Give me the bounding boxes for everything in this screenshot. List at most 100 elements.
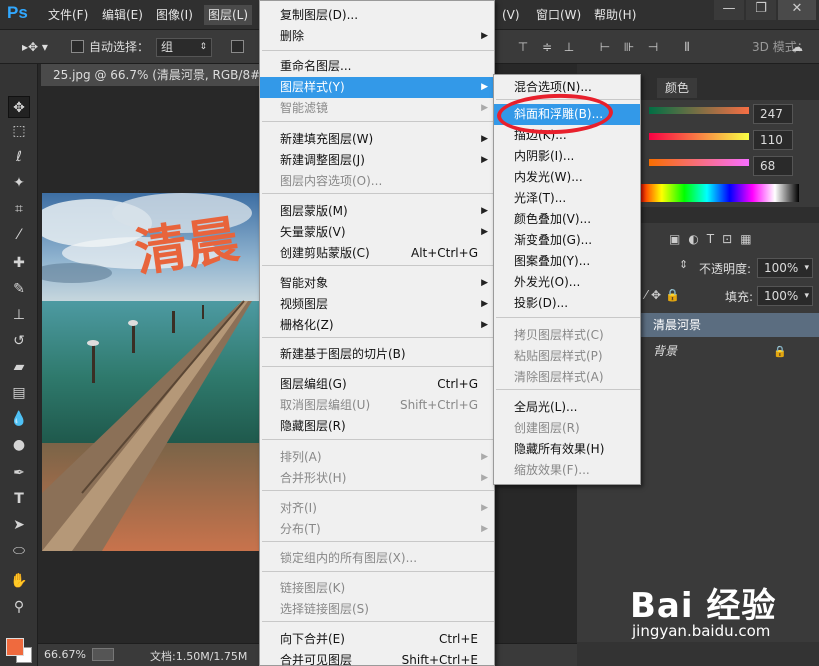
healing-brush-icon[interactable]: ✚: [8, 252, 30, 274]
dodge-tool-icon[interactable]: ●: [8, 434, 30, 456]
layer-style-menu-item[interactable]: 混合选项(N)...: [494, 77, 640, 98]
menu-separator: [262, 541, 494, 542]
layer-menu-item[interactable]: 重命名图层...: [260, 56, 494, 77]
path-select-icon[interactable]: ➤: [8, 514, 30, 536]
layer-style-menu-item[interactable]: 渐变叠加(G)...: [494, 230, 640, 251]
menu-layer[interactable]: 图层(L): [204, 5, 253, 25]
layer-menu-item[interactable]: 视频图层 ▶: [260, 294, 494, 315]
layer-style-menu-item[interactable]: 光泽(T)...: [494, 188, 640, 209]
menu-file[interactable]: 文件(F): [44, 5, 92, 25]
hand-tool-icon[interactable]: ✋: [8, 570, 30, 592]
green-value[interactable]: 110: [753, 130, 793, 150]
layer-row-background[interactable]: 背景: [639, 339, 819, 363]
layer-menu-item[interactable]: 图层编组(G) Ctrl+G: [260, 374, 494, 395]
layer-menu-item[interactable]: 新建基于图层的切片(B): [260, 344, 494, 365]
color-ramp[interactable]: [639, 184, 799, 202]
menu-window[interactable]: 窗口(W): [532, 5, 585, 25]
red-slider[interactable]: [649, 107, 749, 114]
align-right-icon[interactable]: ⊣: [646, 39, 660, 55]
menu-help[interactable]: 帮助(H): [590, 5, 640, 25]
gradient-tool-icon[interactable]: ▤: [8, 382, 30, 404]
fill-value-text: 100%: [764, 289, 799, 303]
layer-style-menu-item[interactable]: 图案叠加(Y)...: [494, 251, 640, 272]
layer-menu-item[interactable]: 新建填充图层(W) ▶: [260, 129, 494, 150]
marquee-tool-icon[interactable]: ⬚: [8, 120, 30, 142]
green-slider[interactable]: [649, 133, 749, 140]
layer-menu-item[interactable]: 合并可见图层 Shift+Ctrl+E: [260, 650, 494, 666]
blue-value[interactable]: 68: [753, 156, 793, 176]
menu-edit[interactable]: 编辑(E): [98, 5, 147, 25]
menu-view[interactable]: (V): [498, 5, 524, 25]
menu-item-label: 混合选项(N)...: [514, 80, 592, 94]
layer-menu-item[interactable]: 智能对象 ▶: [260, 273, 494, 294]
magic-wand-icon[interactable]: ✦: [8, 172, 30, 194]
auto-select-checkbox[interactable]: [71, 40, 84, 53]
layer-menu-item: 合并形状(H) ▶: [260, 468, 494, 489]
submenu-arrow-icon: ▶: [481, 155, 488, 165]
layer-menu-item[interactable]: 新建调整图层(J) ▶: [260, 150, 494, 171]
red-value[interactable]: 247: [753, 104, 793, 124]
layer-style-menu-item[interactable]: 投影(D)...: [494, 293, 640, 314]
layer-filter-icons[interactable]: ▣◐T⊡▦: [669, 232, 819, 252]
move-tool-icon[interactable]: ▸✥ ▾: [22, 38, 48, 56]
layer-menu-item[interactable]: 复制图层(D)...: [260, 5, 494, 26]
document-tab[interactable]: 25.jpg @ 66.7% (清晨河景, RGB/8#): [41, 64, 265, 86]
lasso-tool-icon[interactable]: ℓ: [8, 146, 30, 168]
menu-separator: [496, 99, 640, 100]
ellipse-tool-icon[interactable]: ⬭: [8, 540, 30, 562]
close-icon[interactable]: ✕: [778, 0, 816, 20]
align-hcenter-icon[interactable]: ⊪: [622, 39, 636, 55]
menu-item-label: 全局光(L)...: [514, 400, 578, 414]
layer-style-menu-item[interactable]: 内发光(W)...: [494, 167, 640, 188]
lock-icons[interactable]: ⁄✥🔒: [645, 288, 684, 302]
blue-slider[interactable]: [649, 159, 749, 166]
fill-value[interactable]: 100% ▾: [757, 286, 813, 306]
layer-menu-item[interactable]: 栅格化(Z) ▶: [260, 315, 494, 336]
distribute-icon[interactable]: ⫴: [680, 39, 694, 55]
eraser-tool-icon[interactable]: ▰: [8, 356, 30, 378]
foreground-color-swatch[interactable]: [6, 638, 24, 656]
align-left-icon[interactable]: ⊢: [598, 39, 612, 55]
layer-menu-item[interactable]: 矢量蒙版(V) ▶: [260, 222, 494, 243]
orbit-3d-icon[interactable]: ☁: [790, 39, 804, 55]
blend-mode-chevron-icon[interactable]: ⇕: [679, 258, 695, 276]
layer-menu-item[interactable]: 图层样式(Y) ▶: [260, 77, 494, 98]
opacity-value[interactable]: 100% ▾: [757, 258, 813, 278]
layer-menu-item[interactable]: 隐藏图层(R): [260, 416, 494, 437]
layer-style-menu-item[interactable]: 斜面和浮雕(B)...: [494, 104, 640, 125]
layer-menu-item[interactable]: 图层蒙版(M) ▶: [260, 201, 494, 222]
align-top-icon[interactable]: ⊤: [516, 39, 530, 55]
menu-image[interactable]: 图像(I): [152, 5, 197, 25]
layer-style-menu-item[interactable]: 内阴影(I)...: [494, 146, 640, 167]
layer-style-menu-item[interactable]: 描边(K)...: [494, 125, 640, 146]
crop-tool-icon[interactable]: ⌗: [8, 198, 30, 220]
layer-menu-item[interactable]: 创建剪贴蒙版(C) Alt+Ctrl+G: [260, 243, 494, 264]
zoom-level[interactable]: 66.67%: [44, 648, 86, 661]
type-tool-icon[interactable]: T: [8, 488, 30, 510]
status-options-icon[interactable]: [92, 648, 114, 661]
layer-menu: 复制图层(D)... 删除 ▶ 重命名图层... 图层样式(Y) ▶ 智能滤镜 ▶ 新建填充图层…: [259, 0, 495, 666]
eyedropper-icon[interactable]: ⁄: [8, 224, 30, 246]
show-transform-checkbox[interactable]: [231, 40, 244, 53]
layer-menu-item[interactable]: 删除 ▶: [260, 26, 494, 47]
auto-select-dropdown[interactable]: 组 ⇕: [156, 38, 212, 57]
brush-tool-icon[interactable]: ✎: [8, 278, 30, 300]
pen-tool-icon[interactable]: ✒: [8, 462, 30, 484]
submenu-arrow-icon: ▶: [481, 134, 488, 144]
layer-style-menu-item[interactable]: 颜色叠加(V)...: [494, 209, 640, 230]
layer-row-active[interactable]: 清晨河景: [639, 313, 819, 337]
layer-style-menu-item[interactable]: 隐藏所有效果(H): [494, 439, 640, 460]
maximize-icon[interactable]: ❐: [746, 0, 776, 20]
align-vcenter-icon[interactable]: ≑: [540, 39, 554, 55]
history-brush-icon[interactable]: ↺: [8, 330, 30, 352]
align-bottom-icon[interactable]: ⊥: [562, 39, 576, 55]
minimize-icon[interactable]: —: [714, 0, 744, 20]
layer-style-menu-item[interactable]: 外发光(O)...: [494, 272, 640, 293]
tab-color[interactable]: 颜色: [657, 78, 698, 98]
stamp-tool-icon[interactable]: ⊥: [8, 304, 30, 326]
layer-style-menu-item[interactable]: 全局光(L)...: [494, 397, 640, 418]
blur-tool-icon[interactable]: 💧: [8, 408, 30, 430]
layer-menu-item[interactable]: 向下合并(E) Ctrl+E: [260, 629, 494, 650]
move-tool-icon[interactable]: ✥: [8, 96, 30, 118]
zoom-tool-icon[interactable]: ⚲: [8, 596, 30, 618]
